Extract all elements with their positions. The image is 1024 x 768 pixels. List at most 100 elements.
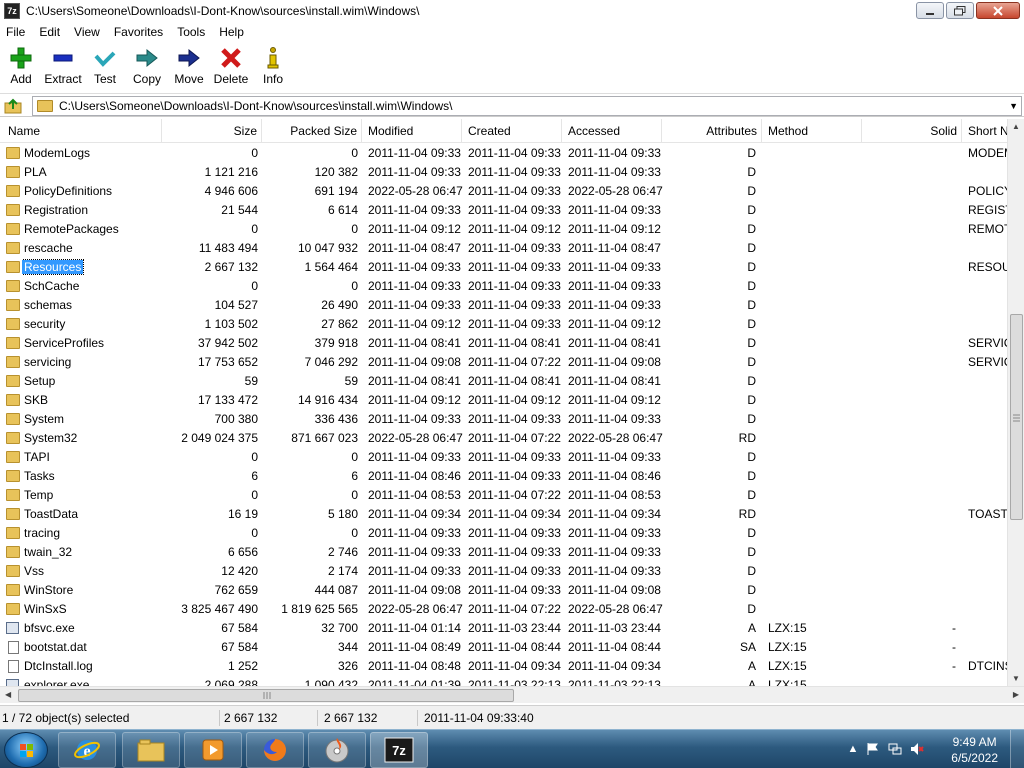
volume-muted-icon[interactable]: [910, 742, 924, 756]
cell-size: 0: [251, 488, 258, 502]
taskbar-burn-disc[interactable]: [308, 732, 366, 768]
table-row[interactable]: explorer.exe 2 069 288 1 090 432 2011-11-04…: [0, 676, 1008, 686]
table-row[interactable]: SKB 17 133 472 14 916 434 2011-11-04 09:12 2…: [0, 391, 1008, 410]
menu-file[interactable]: File: [0, 25, 33, 39]
cell-method: LZX:15: [768, 621, 807, 635]
table-row[interactable]: PolicyDefinitions 4 946 606 691 194 2022-05…: [0, 182, 1008, 201]
table-row[interactable]: Vss 12 420 2 174 2011-11-04 09:33 2011-11-04…: [0, 562, 1008, 581]
table-row[interactable]: Temp 0 0 2011-11-04 08:53 2011-11-04 07:22 20…: [0, 486, 1008, 505]
table-row[interactable]: tracing 0 0 2011-11-04 09:33 2011-11-04 09:3…: [0, 524, 1008, 543]
move-button[interactable]: Move: [168, 42, 210, 86]
cell-packed-size: 1 564 464: [304, 260, 358, 274]
vertical-scroll-thumb[interactable]: [1010, 314, 1023, 520]
menu-view[interactable]: View: [68, 25, 108, 39]
network-icon[interactable]: [888, 742, 902, 756]
menu-help[interactable]: Help: [213, 25, 252, 39]
table-row[interactable]: WinSxS 3 825 467 490 1 819 625 565 2022-05-…: [0, 600, 1008, 619]
file-name: ModemLogs: [24, 146, 91, 160]
delete-button[interactable]: Delete: [210, 42, 252, 86]
table-row[interactable]: Tasks 6 6 2011-11-04 08:46 2011-11-04 09:33 2…: [0, 467, 1008, 486]
table-row[interactable]: Setup 59 59 2011-11-04 08:41 2011-11-04 08:4…: [0, 372, 1008, 391]
column-header-modified[interactable]: Modified: [362, 119, 462, 143]
horizontal-scrollbar[interactable]: ◀ ▶: [0, 686, 1024, 703]
table-row[interactable]: ServiceProfiles 37 942 502 379 918 2011-11-…: [0, 334, 1008, 353]
add-button[interactable]: Add: [0, 42, 42, 86]
table-row[interactable]: System32 2 049 024 375 871 667 023 2022-05-…: [0, 429, 1008, 448]
table-row[interactable]: servicing 17 753 652 7 046 292 2011-11-04 0…: [0, 353, 1008, 372]
show-desktop-button[interactable]: [1010, 730, 1024, 768]
action-center-flag-icon[interactable]: [866, 742, 880, 756]
address-input[interactable]: C:\Users\Someone\Downloads\I-Dont-Know\s…: [32, 96, 1022, 116]
table-row[interactable]: SchCache 0 0 2011-11-04 09:33 2011-11-04 09:…: [0, 277, 1008, 296]
taskbar-firefox[interactable]: [246, 732, 304, 768]
cell-attributes: D: [747, 336, 756, 350]
cell-short-name: [968, 543, 1008, 562]
column-header-size[interactable]: Size: [162, 119, 262, 143]
up-folder-button[interactable]: [2, 96, 24, 116]
show-hidden-icons-icon[interactable]: ▲: [846, 742, 860, 756]
table-row[interactable]: twain_32 6 656 2 746 2011-11-04 09:33 2011-1…: [0, 543, 1008, 562]
column-header-created[interactable]: Created: [462, 119, 562, 143]
taskbar-media-player[interactable]: [184, 732, 242, 768]
scroll-right-arrow-icon[interactable]: ▶: [1013, 690, 1019, 699]
table-row[interactable]: PLA 1 121 216 120 382 2011-11-04 09:33 2011-…: [0, 163, 1008, 182]
cell-short-name: REGIST: [968, 203, 1008, 217]
table-row[interactable]: TAPI 0 0 2011-11-04 09:33 2011-11-04 09:33 20…: [0, 448, 1008, 467]
minimize-button[interactable]: [916, 2, 944, 19]
file-name: RemotePackages: [24, 222, 119, 236]
taskbar-clock[interactable]: 9:49 AM 6/5/2022: [951, 734, 998, 766]
cell-accessed: 2011-11-04 08:53: [568, 488, 661, 502]
taskbar-7zip[interactable]: 7z: [370, 732, 428, 768]
taskbar-file-explorer[interactable]: [122, 732, 180, 768]
cell-size: 1 252: [227, 659, 258, 673]
info-button[interactable]: Info: [252, 42, 294, 86]
table-row[interactable]: schemas 104 527 26 490 2011-11-04 09:33 2011…: [0, 296, 1008, 315]
table-row[interactable]: WinStore 762 659 444 087 2011-11-04 09:08 20…: [0, 581, 1008, 600]
table-row[interactable]: bootstat.dat 67 584 344 2011-11-04 08:49 201…: [0, 638, 1008, 657]
column-header-solid[interactable]: Solid: [862, 119, 962, 143]
column-header-attributes[interactable]: Attributes: [662, 119, 762, 143]
table-row[interactable]: Registration 21 544 6 614 2011-11-04 09:33 2…: [0, 201, 1008, 220]
test-button[interactable]: Test: [84, 42, 126, 86]
vertical-scrollbar[interactable]: ▲ ▼: [1007, 119, 1024, 686]
cell-created: 2011-11-03 23:44: [468, 621, 561, 635]
close-button[interactable]: [976, 2, 1020, 19]
table-row[interactable]: RemotePackages 0 0 2011-11-04 09:12 2011-11-…: [0, 220, 1008, 239]
column-header-method[interactable]: Method: [762, 119, 862, 143]
cell-name: PLA: [22, 163, 160, 182]
cell-created: 2011-11-04 09:33: [468, 165, 561, 179]
table-row[interactable]: Resources 2 667 132 1 564 464 2011-11-04 09…: [0, 258, 1008, 277]
scroll-left-arrow-icon[interactable]: ◀: [5, 690, 11, 699]
taskbar-internet-explorer[interactable]: e: [58, 732, 116, 768]
menu-favorites[interactable]: Favorites: [108, 25, 171, 39]
column-header-packed-size[interactable]: Packed Size: [262, 119, 362, 143]
file-icon: [8, 641, 19, 654]
menu-tools[interactable]: Tools: [171, 25, 213, 39]
menu-edit[interactable]: Edit: [33, 25, 68, 39]
table-row[interactable]: bfsvc.exe 67 584 32 700 2011-11-04 01:14 201…: [0, 619, 1008, 638]
column-header-short-name[interactable]: Short N: [962, 119, 1008, 143]
cell-solid: [862, 163, 956, 182]
column-header-accessed[interactable]: Accessed: [562, 119, 662, 143]
menu-bar: File Edit View Favorites Tools Help: [0, 22, 1024, 42]
cell-method: [768, 429, 858, 448]
table-row[interactable]: rescache 11 483 494 10 047 932 2011-11-04 0…: [0, 239, 1008, 258]
table-row[interactable]: ToastData 16 19 5 180 2011-11-04 09:34 2011-…: [0, 505, 1008, 524]
table-row[interactable]: security 1 103 502 27 862 2011-11-04 09:12 2…: [0, 315, 1008, 334]
start-button[interactable]: [4, 732, 48, 768]
chevron-down-icon[interactable]: ▼: [1009, 101, 1018, 111]
column-header-name[interactable]: Name: [0, 119, 162, 143]
extract-button[interactable]: Extract: [42, 42, 84, 86]
scroll-up-arrow-icon[interactable]: ▲: [1012, 122, 1020, 131]
table-row[interactable]: DtcInstall.log 1 252 326 2011-11-04 08:48 20…: [0, 657, 1008, 676]
table-row[interactable]: System 700 380 336 436 2011-11-04 09:33 2011…: [0, 410, 1008, 429]
maximize-button[interactable]: [946, 2, 974, 19]
table-row[interactable]: ModemLogs 0 0 2011-11-04 09:33 2011-11-04 09…: [0, 144, 1008, 163]
copy-button[interactable]: Copy: [126, 42, 168, 86]
firefox-icon: [264, 739, 286, 761]
scroll-down-arrow-icon[interactable]: ▼: [1012, 674, 1020, 683]
horizontal-scroll-thumb[interactable]: [18, 689, 514, 702]
7zip-app-icon[interactable]: 7z: [4, 3, 20, 19]
folder-icon: [6, 470, 20, 482]
cell-method: [768, 182, 858, 201]
